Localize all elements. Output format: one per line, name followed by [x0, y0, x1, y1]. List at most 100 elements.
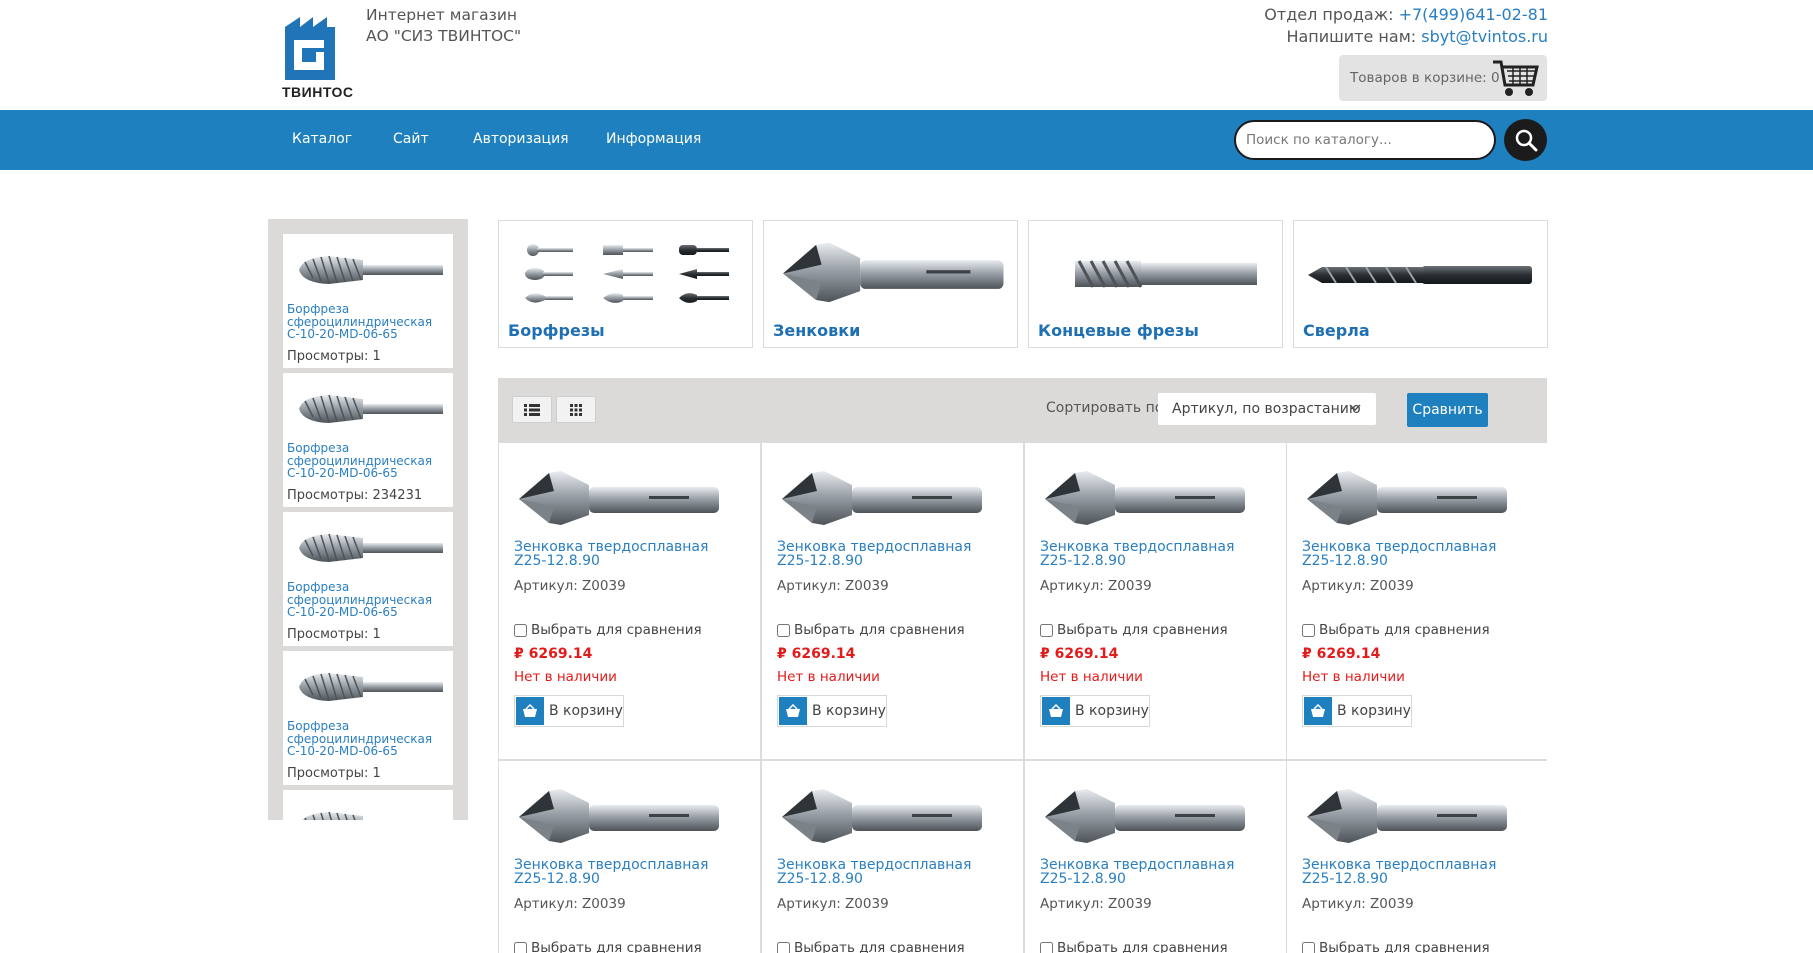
compare-checkbox[interactable]: [1040, 623, 1053, 637]
nav-item-login[interactable]: Авторизация: [473, 131, 569, 147]
compare-checkbox[interactable]: [1302, 623, 1315, 637]
nav-item-site[interactable]: Сайт: [393, 131, 429, 147]
logo[interactable]: ТВИНТОС: [280, 12, 360, 102]
email-contact: Напишите нам: sbyt@tvintos.ru: [1286, 27, 1548, 46]
add-to-cart-button[interactable]: В корзину: [777, 695, 887, 727]
product-image[interactable]: [1297, 463, 1512, 535]
category-label: Сверла: [1303, 321, 1370, 340]
category-card-drills[interactable]: Сверла: [1293, 220, 1548, 348]
compare-checkbox-label[interactable]: Выбрать для сравнения: [777, 940, 965, 953]
product-sku: Артикул: Z0039: [1040, 578, 1152, 594]
product-sku: Артикул: Z0039: [1302, 896, 1414, 912]
basket-icon: [779, 697, 807, 725]
compare-button[interactable]: Сравнить: [1407, 393, 1488, 427]
product-name-link[interactable]: Зенковка твердосплавная Z25-12.8.90: [777, 858, 992, 886]
compare-checkbox[interactable]: [1040, 941, 1053, 953]
product-card: Зенковка твердосплавная Z25-12.8.90 Арти…: [1287, 443, 1548, 759]
product-stock-status: Нет в наличии: [514, 669, 617, 685]
category-image: [1037, 231, 1274, 316]
sidebar-product-card[interactable]: Борфреза сфероцилиндрическая C-10-20-MD-…: [283, 651, 453, 785]
product-image[interactable]: [772, 781, 987, 853]
category-label: Концевые фрезы: [1038, 321, 1199, 340]
product-price: ₽ 6269.14: [777, 646, 856, 662]
search-input[interactable]: [1234, 120, 1496, 160]
product-stock-status: Нет в наличии: [1040, 669, 1143, 685]
product-image: [291, 800, 446, 820]
search-icon: [1515, 129, 1537, 152]
compare-checkbox-label[interactable]: Выбрать для сравнения: [1302, 622, 1490, 638]
sidebar-product-views: Просмотры: 234231: [287, 488, 423, 503]
compare-checkbox-label[interactable]: Выбрать для сравнения: [777, 622, 965, 638]
product-price: ₽ 6269.14: [1302, 646, 1381, 662]
product-stock-status: Нет в наличии: [777, 669, 880, 685]
product-name-link[interactable]: Зенковка твердосплавная Z25-12.8.90: [1040, 858, 1255, 886]
category-card-burrs[interactable]: Борфрезы: [498, 220, 753, 348]
product-stock-status: Нет в наличии: [1302, 669, 1405, 685]
logo-text: ТВИНТОС: [282, 84, 354, 100]
sidebar-product-name[interactable]: Борфреза сфероцилиндрическая C-10-20-MD-…: [287, 442, 447, 480]
product-name-link[interactable]: Зенковка твердосплавная Z25-12.8.90: [1302, 858, 1517, 886]
nav-item-catalog[interactable]: Каталог: [292, 131, 352, 147]
list-view-button[interactable]: [512, 396, 552, 423]
main-nav: Каталог Сайт Авторизация Информация: [0, 110, 1813, 170]
product-image[interactable]: [772, 463, 987, 535]
product-image[interactable]: [509, 781, 724, 853]
add-to-cart-label: В корзину: [549, 703, 623, 719]
product-card: Зенковка твердосплавная Z25-12.8.90 Арти…: [1287, 761, 1548, 953]
sidebar-product-card[interactable]: [283, 790, 453, 820]
product-image[interactable]: [1297, 781, 1512, 853]
product-name-link[interactable]: Зенковка твердосплавная Z25-12.8.90: [514, 540, 729, 568]
compare-checkbox-label[interactable]: Выбрать для сравнения: [1040, 940, 1228, 953]
sidebar-product-name[interactable]: Борфреза сфероцилиндрическая C-10-20-MD-…: [287, 720, 447, 758]
list-view-icon: [524, 403, 540, 416]
compare-checkbox-label[interactable]: Выбрать для сравнения: [514, 940, 702, 953]
category-card-countersinks[interactable]: Зенковки: [763, 220, 1018, 348]
sidebar-product-name[interactable]: Борфреза сфероцилиндрическая C-10-20-MD-…: [287, 581, 447, 619]
product-sku: Артикул: Z0039: [1302, 578, 1414, 594]
sidebar-popular: Борфреза сфероцилиндрическая C-10-20-MD-…: [268, 219, 468, 820]
compare-checkbox[interactable]: [777, 623, 790, 637]
contacts: Отдел продаж: +7(499)641-02-81 Напишите …: [1264, 4, 1548, 48]
product-name-link[interactable]: Зенковка твердосплавная Z25-12.8.90: [777, 540, 992, 568]
product-name-link[interactable]: Зенковка твердосплавная Z25-12.8.90: [1302, 540, 1517, 568]
company-name: Интернет магазин АО "СИЗ ТВИНТОС": [366, 6, 522, 45]
compare-checkbox[interactable]: [1302, 941, 1315, 953]
grid-view-button[interactable]: [556, 396, 596, 423]
grid-view-icon: [570, 403, 582, 416]
sidebar-product-card[interactable]: Борфреза сфероцилиндрическая C-10-20-MD-…: [283, 373, 453, 507]
product-name-link[interactable]: Зенковка твердосплавная Z25-12.8.90: [514, 858, 729, 886]
category-card-end-mills[interactable]: Концевые фрезы: [1028, 220, 1283, 348]
compare-checkbox-label[interactable]: Выбрать для сравнения: [1302, 940, 1490, 953]
search-button[interactable]: [1504, 119, 1547, 161]
add-to-cart-button[interactable]: В корзину: [514, 695, 624, 727]
product-card: Зенковка твердосплавная Z25-12.8.90 Арти…: [762, 761, 1023, 953]
compare-checkbox[interactable]: [514, 623, 527, 637]
compare-checkbox-label[interactable]: Выбрать для сравнения: [514, 622, 702, 638]
compare-checkbox[interactable]: [514, 941, 527, 953]
compare-checkbox[interactable]: [777, 941, 790, 953]
sidebar-product-card[interactable]: Борфреза сфероцилиндрическая C-10-20-MD-…: [283, 234, 453, 368]
category-image: [772, 231, 1009, 316]
add-to-cart-label: В корзину: [1337, 703, 1411, 719]
product-card: Зенковка твердосплавная Z25-12.8.90 Арти…: [499, 443, 760, 759]
product-sku: Артикул: Z0039: [777, 578, 889, 594]
sidebar-product-name[interactable]: Борфреза сфероцилиндрическая C-10-20-MD-…: [287, 303, 447, 341]
nav-item-info[interactable]: Информация: [606, 131, 701, 147]
sort-select[interactable]: Артикул, по возрастанию: [1158, 393, 1376, 425]
product-price: ₽ 6269.14: [1040, 646, 1119, 662]
product-image[interactable]: [1035, 781, 1250, 853]
category-label: Борфрезы: [508, 321, 605, 340]
sales-phone-link[interactable]: +7(499)641-02-81: [1399, 5, 1548, 24]
site-header: ТВИНТОС Интернет магазин АО "СИЗ ТВИНТОС…: [0, 0, 1813, 110]
product-image: [291, 522, 446, 572]
add-to-cart-button[interactable]: В корзину: [1040, 695, 1150, 727]
compare-checkbox-label[interactable]: Выбрать для сравнения: [1040, 622, 1228, 638]
product-name-link[interactable]: Зенковка твердосплавная Z25-12.8.90: [1040, 540, 1255, 568]
product-image[interactable]: [509, 463, 724, 535]
add-to-cart-button[interactable]: В корзину: [1302, 695, 1412, 727]
sidebar-product-card[interactable]: Борфреза сфероцилиндрическая C-10-20-MD-…: [283, 512, 453, 646]
product-image[interactable]: [1035, 463, 1250, 535]
email-link[interactable]: sbyt@tvintos.ru: [1421, 27, 1548, 46]
basket-icon: [1304, 697, 1332, 725]
cart-widget[interactable]: Товаров в корзине: 0: [1339, 55, 1547, 101]
